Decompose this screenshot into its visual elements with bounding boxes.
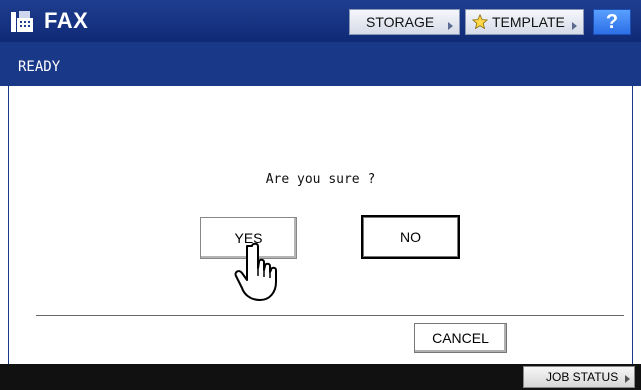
star-icon [472,14,488,30]
title-bar: FAX STORAGE TEMPLATE ? [0,0,641,42]
help-button[interactable]: ? [593,9,631,35]
fax-icon [11,11,33,32]
cancel-button[interactable]: CANCEL [414,323,507,353]
arrow-right-icon [625,375,630,383]
confirm-question: Are you sure ? [265,172,376,187]
job-status-button[interactable]: JOB STATUS [523,366,635,388]
no-button[interactable]: NO [361,215,460,259]
divider [36,315,624,316]
status-text: READY [18,59,61,75]
storage-button[interactable]: STORAGE [349,9,460,35]
arrow-right-icon [448,22,453,30]
pointing-hand-icon [234,242,277,301]
app-title: FAX [44,8,89,33]
fax-confirm-screen: FAX STORAGE TEMPLATE ? READY Are you sur… [0,0,641,390]
template-label: TEMPLATE [492,14,565,30]
template-button[interactable]: TEMPLATE [465,9,584,35]
status-bar: READY [0,42,641,86]
arrow-right-icon [572,22,577,30]
storage-label: STORAGE [366,14,435,30]
job-status-label: JOB STATUS [546,370,619,384]
confirm-dialog: Are you sure ? YES NO CANCEL [8,86,633,364]
